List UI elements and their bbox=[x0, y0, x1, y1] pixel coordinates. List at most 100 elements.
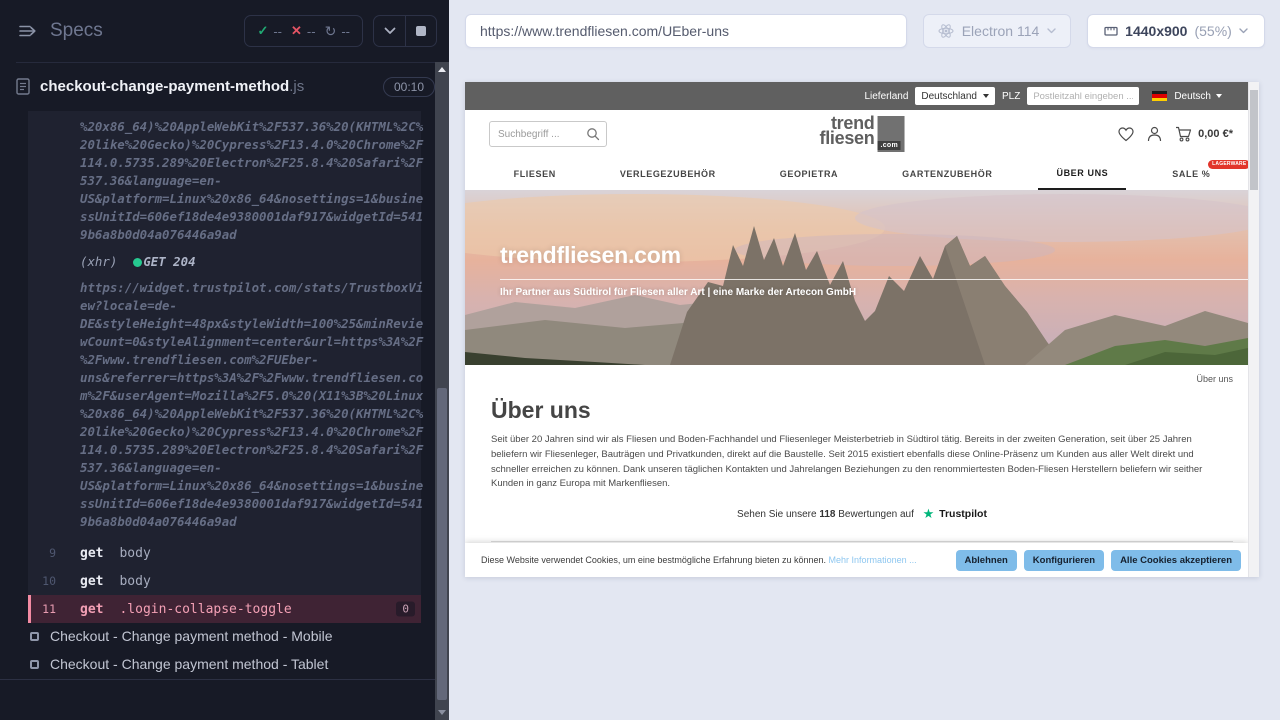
cookie-button[interactable]: Ablehnen bbox=[956, 550, 1017, 571]
test-stats: ✓-- ✕-- ↻-- bbox=[244, 15, 363, 47]
suites-divider bbox=[0, 679, 435, 680]
log-url-line: 537.36&language=en- bbox=[28, 172, 421, 190]
spec-duration-badge: 00:10 bbox=[383, 77, 435, 97]
command-method: get bbox=[80, 546, 103, 561]
stat-failed[interactable]: ✕-- bbox=[291, 23, 316, 39]
cookie-message: Diese Website verwendet Cookies, um eine… bbox=[481, 555, 917, 565]
log-url-line: 9b6a8b0d04a076446a9ad bbox=[28, 513, 421, 531]
stat-pending[interactable]: ↻-- bbox=[325, 23, 350, 40]
stop-icon bbox=[416, 26, 426, 36]
search-icon[interactable] bbox=[586, 127, 600, 141]
shipping-country-label: Lieferland bbox=[864, 91, 908, 102]
country-value: Deutschland bbox=[921, 91, 977, 102]
wishlist-heart-icon[interactable] bbox=[1118, 127, 1134, 142]
scroll-up-icon[interactable] bbox=[438, 67, 446, 72]
log-url-line: 114.0.5735.289%20Electron%2F25.8.4%20Saf… bbox=[28, 154, 421, 172]
nav-item-label: SALE % bbox=[1172, 169, 1210, 179]
pending-icon: ↻ bbox=[325, 23, 337, 40]
reporter-scrollbar[interactable] bbox=[435, 62, 449, 720]
about-paragraph: Seit über 20 Jahren sind wir als Fliesen… bbox=[491, 433, 1233, 492]
nav-item[interactable]: GARTENZUBEHÖR bbox=[884, 158, 1010, 190]
log-url-line: %2Fwww.trendfliesen.com%2FUEber- bbox=[28, 351, 421, 369]
main-nav: FLIESEN VERLEGEZUBEHÖR GEOPIETRA GARTENZ… bbox=[465, 158, 1259, 190]
suite-row[interactable]: Checkout - Change payment method - Mobil… bbox=[0, 622, 435, 650]
suite-title: Checkout - Change payment method - Mobil… bbox=[50, 628, 332, 644]
log-url-line: ssUnitId=606ef18de4e9380001daf917&widget… bbox=[28, 208, 421, 226]
xhr-label: (xhr) bbox=[80, 253, 117, 271]
cookie-button[interactable]: Konfigurieren bbox=[1024, 550, 1104, 571]
cookie-more-info-link[interactable]: Mehr Informationen ... bbox=[829, 555, 917, 565]
command-row[interactable]: 10 get body bbox=[28, 567, 421, 595]
nav-item[interactable]: SALE % LAGERWARE bbox=[1154, 158, 1228, 190]
log-url-line: 20like%20Gecko)%20Cypress%2F13.4.0%20Chr… bbox=[28, 136, 421, 154]
viewport-selector[interactable]: 1440x900 (55%) bbox=[1087, 14, 1265, 48]
plz-input[interactable] bbox=[1027, 87, 1139, 105]
xhr-event-row[interactable]: (xhr) GET 204 bbox=[28, 253, 421, 271]
mountain-photo bbox=[465, 190, 1248, 365]
site-scroll-thumb[interactable] bbox=[1250, 90, 1258, 190]
trustpilot-star-icon: ★ bbox=[923, 506, 935, 521]
nav-item[interactable]: GEOPIETRA bbox=[762, 158, 856, 190]
trustpilot-brand[interactable]: Trustpilot bbox=[939, 508, 987, 520]
nav-item[interactable]: FLIESEN bbox=[496, 158, 574, 190]
logo-tld: .com bbox=[877, 141, 901, 150]
log-url-line: m%2F&userAgent=Mozilla%2F5.0%20(X11%3B%2… bbox=[28, 387, 421, 405]
header-icons: 0,00 €* bbox=[1118, 110, 1233, 158]
site-logo[interactable]: trend fliesen .com bbox=[820, 116, 905, 152]
cart-icon bbox=[1175, 126, 1192, 142]
language-selector[interactable]: Deutsch bbox=[1174, 91, 1222, 102]
command-row[interactable]: 9 get body bbox=[28, 539, 421, 567]
log-url-line: DE&styleHeight=48px&styleWidth=100%25&mi… bbox=[28, 315, 421, 333]
reporter-scroll-thumb[interactable] bbox=[437, 388, 447, 700]
command-method: get bbox=[80, 574, 103, 589]
suite-row[interactable]: Checkout - Change payment method - Table… bbox=[0, 650, 435, 678]
log-url-line: US&platform=Linux%20x86_64&nosettings=1&… bbox=[28, 190, 421, 208]
command-row[interactable]: 11 get .login-collapse-toggle 0 bbox=[28, 595, 421, 623]
chevron-down-icon bbox=[983, 94, 989, 98]
command-rows: 9 get body 10 get body 11 get .login-col… bbox=[28, 539, 421, 623]
request-url-block-1: %20x86_64)%20AppleWebKit%2F537.36%20(KHT… bbox=[28, 111, 421, 244]
trust-middle: Bewertungen auf bbox=[838, 509, 914, 520]
command-target: body bbox=[119, 546, 150, 561]
page-title: Über uns bbox=[491, 397, 1233, 424]
command-target: body bbox=[119, 574, 150, 589]
viewport-ruler-icon bbox=[1104, 24, 1118, 38]
log-url-line: %20x86_64)%20AppleWebKit%2F537.36%20(KHT… bbox=[28, 118, 421, 136]
address-bar[interactable]: https://www.trendfliesen.com/UEber-uns bbox=[465, 14, 907, 48]
reporter-header: Specs ✓-- ✕-- ↻-- bbox=[0, 0, 449, 62]
stop-button[interactable] bbox=[405, 16, 436, 46]
hero-divider bbox=[500, 279, 1251, 280]
cookie-button[interactable]: Alle Cookies akzeptieren bbox=[1111, 550, 1241, 571]
command-log: %20x86_64)%20AppleWebKit%2F537.36%20(KHT… bbox=[28, 111, 421, 612]
nav-item[interactable]: VERLEGEZUBEHÖR bbox=[602, 158, 734, 190]
search-box[interactable] bbox=[489, 121, 607, 147]
passed-count: -- bbox=[273, 24, 282, 39]
xhr-status-dot bbox=[133, 258, 142, 267]
log-url-line: 20like%20Gecko)%20Cypress%2F13.4.0%20Chr… bbox=[28, 423, 421, 441]
nav-item[interactable]: ÜBER UNS bbox=[1038, 158, 1126, 190]
cart-button[interactable]: 0,00 €* bbox=[1175, 126, 1233, 142]
account-icon[interactable] bbox=[1147, 126, 1162, 142]
log-url-line: wCount=0&styleAlignment=center&url=https… bbox=[28, 333, 421, 351]
failed-icon: ✕ bbox=[291, 23, 302, 39]
command-method: get bbox=[80, 602, 103, 617]
command-target: .login-collapse-toggle bbox=[119, 602, 291, 617]
spec-name[interactable]: checkout-change-payment-method.js bbox=[40, 78, 304, 95]
browser-name: Electron 114 bbox=[962, 23, 1040, 39]
trust-review-count: 118 bbox=[819, 509, 835, 520]
command-number: 9 bbox=[28, 546, 56, 560]
breadcrumb[interactable]: Über uns bbox=[491, 365, 1233, 384]
scroll-down-icon[interactable] bbox=[438, 710, 446, 715]
collapse-all-button[interactable] bbox=[374, 16, 405, 46]
country-select[interactable]: Deutschland bbox=[915, 87, 995, 105]
chevron-down-icon bbox=[1216, 94, 1222, 98]
electron-icon bbox=[938, 23, 954, 39]
specs-menu-icon[interactable] bbox=[18, 24, 38, 38]
search-input[interactable] bbox=[490, 129, 586, 140]
site-scrollbar[interactable] bbox=[1248, 82, 1259, 577]
browser-selector[interactable]: Electron 114 bbox=[923, 14, 1071, 48]
log-url-line: 114.0.5735.289%20Electron%2F25.8.4%20Saf… bbox=[28, 441, 421, 459]
spec-extension: .js bbox=[289, 78, 304, 95]
nav-item-label: ÜBER UNS bbox=[1056, 168, 1108, 178]
stat-passed[interactable]: ✓-- bbox=[257, 23, 282, 39]
